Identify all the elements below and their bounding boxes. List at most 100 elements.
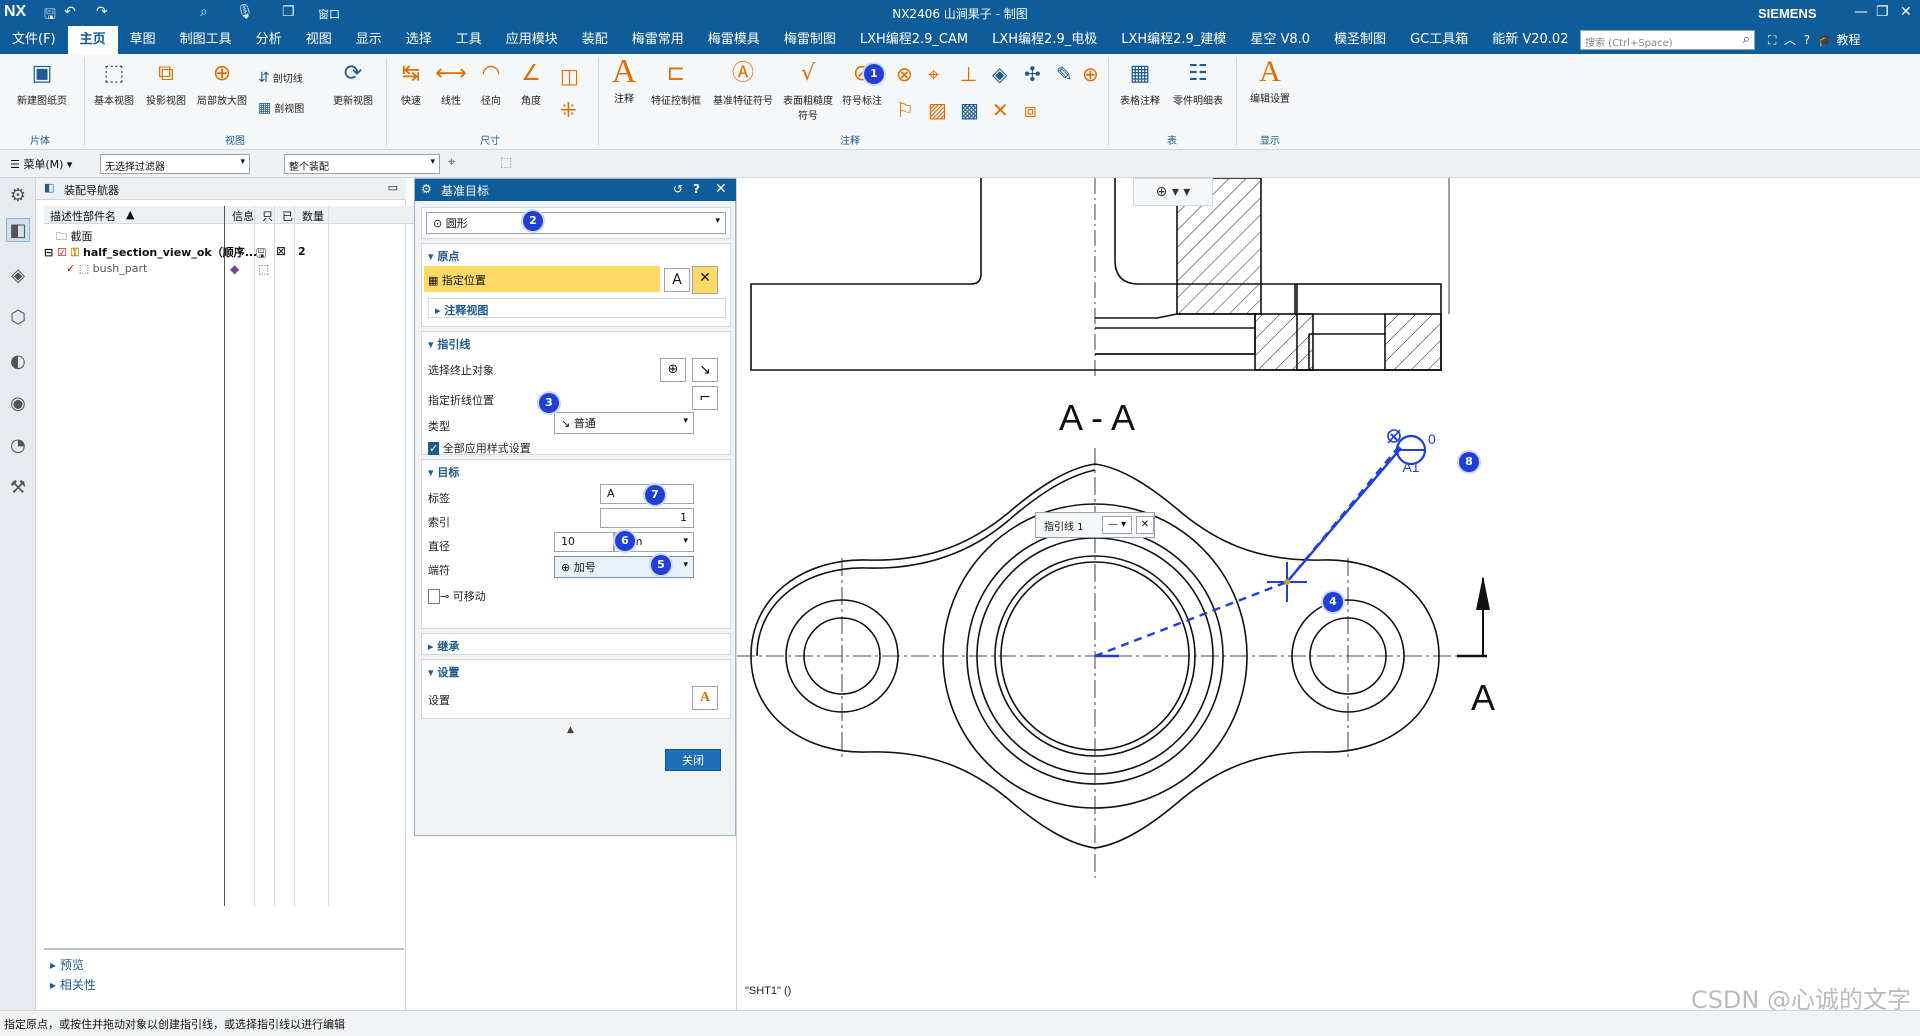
flag-icon[interactable]: ⚐ (896, 98, 914, 122)
leader-style-select[interactable]: — ▾ (1102, 516, 1132, 534)
menu-item-7[interactable]: 选择 (394, 26, 444, 54)
help-icon[interactable]: ? (1804, 33, 1810, 47)
menu-item-19[interactable]: GC工具箱 (1398, 26, 1480, 54)
linear-dim-button[interactable]: ⟷ 线性 (432, 60, 470, 107)
center-mark-icon[interactable]: ⌖ (928, 62, 939, 86)
apply-all-styles-checkbox[interactable]: ✓ 全部应用样式设置 (428, 440, 531, 456)
menu-item-3[interactable]: 制图工具 (168, 26, 244, 54)
add-terminator-icon[interactable]: ⊕ (660, 358, 686, 382)
close-icon[interactable]: ✕ (1900, 4, 1912, 20)
crosshair-icon[interactable]: ⊕ (1082, 62, 1099, 86)
col-readonly[interactable]: 只 (262, 208, 273, 224)
tree-row-assembly[interactable]: ⊟ ☑ ⚿ half_section_view_ok（顺序... (44, 244, 257, 262)
menu-item-11[interactable]: 梅雷常用 (620, 26, 696, 54)
drawing-canvas[interactable]: A - A A 0 A1 "SHT1" () CSDN @心诚的文字 ⊕ ▾ ▾… (422, 177, 1920, 1014)
search-icon[interactable]: ⌕ (1743, 32, 1750, 47)
point-dialog-icon[interactable]: ✕ (692, 266, 718, 294)
collapse-up-icon[interactable]: ▲ (567, 725, 574, 735)
search-input[interactable]: 搜索 (Ctrl+Space) ⌕ (1580, 30, 1755, 50)
help-icon[interactable]: ? (693, 182, 700, 196)
menu-item-8[interactable]: 工具 (444, 26, 494, 54)
edit-settings-button[interactable]: A 编辑设置 (1242, 57, 1298, 106)
select-mode-icon[interactable]: ⬚ (500, 155, 512, 170)
radial-dim-button[interactable]: ◠ 径向 (472, 60, 510, 107)
menu-item-12[interactable]: 梅雷模具 (696, 26, 772, 54)
selection-scope-select[interactable]: 整个装配 ▾ (284, 154, 440, 174)
settings-header[interactable]: ▾ 设置 (428, 664, 459, 680)
menu-button[interactable]: ☰ 菜单(M) ▾ (10, 156, 72, 172)
menu-item-20[interactable]: 能新 V20.02 (1480, 26, 1580, 54)
menu-item-15[interactable]: LXH编程2.9_电极 (980, 26, 1109, 54)
edit-icon[interactable]: ✎ (1056, 62, 1073, 86)
hatch-icon[interactable]: ▨ (928, 98, 947, 122)
menu-item-2[interactable]: 草图 (118, 26, 168, 54)
chamfer-dim-icon[interactable]: ◫ (560, 64, 579, 88)
restore-icon[interactable]: ❐ (1876, 4, 1889, 20)
menu-item-18[interactable]: 模圣制图 (1322, 26, 1398, 54)
origin-header[interactable]: ▾ 原点 (428, 248, 459, 264)
diameter-input[interactable]: 10 (554, 532, 614, 552)
target-point-icon[interactable]: ✣ (1024, 62, 1041, 86)
quick-dim-button[interactable]: ↹ 快速 (392, 60, 430, 107)
annotation-view-section[interactable]: ▸ 注释视图 (428, 298, 726, 318)
col-name[interactable]: 描述性部件名 (50, 208, 116, 224)
minimize-icon[interactable]: — (1854, 4, 1868, 20)
update-view-button[interactable]: ⟳ 更新视图 (326, 60, 380, 107)
dialog-close-icon[interactable]: ✕ (715, 181, 727, 197)
tree-row-part[interactable]: ✓ ⬚ bush_part (66, 262, 147, 280)
image-icon[interactable]: ▩ (960, 98, 979, 122)
menu-item-10[interactable]: 装配 (570, 26, 620, 54)
col-info[interactable]: 信息 (232, 208, 254, 224)
view-snap-toolbar[interactable]: ⊕ ▾ ▾ (1133, 178, 1213, 206)
checkbox-checked-icon[interactable]: ☑ (57, 246, 67, 259)
datum-feature-button[interactable]: Ⓐ 基准特征符号 (708, 60, 778, 107)
jog-point-icon[interactable]: ⌐ (692, 386, 718, 410)
fcf-button[interactable]: ⊏ 特征控制框 (646, 60, 706, 107)
tutorial-icon[interactable]: 🎓 (1818, 33, 1833, 47)
type-select[interactable]: ⊙ 圆形 ▾ (426, 212, 726, 234)
menu-item-6[interactable]: 显示 (344, 26, 394, 54)
fill-icon[interactable]: ◈ (992, 62, 1007, 86)
note-button[interactable]: A 注释 (604, 55, 644, 106)
tutorial-link[interactable]: 教程 (1837, 33, 1861, 47)
col-count[interactable]: 数量 (302, 208, 324, 224)
part-navigator-icon[interactable]: ⬡ (6, 306, 30, 330)
inherit-group[interactable]: ▸ 继承 (421, 633, 731, 655)
specify-location-row[interactable]: ▦ 指定位置 (424, 266, 660, 292)
sort-icon[interactable]: ▲ (126, 208, 134, 221)
terminator-select[interactable]: ⊕ 加号 ▾ (554, 556, 694, 578)
text-origin-icon[interactable]: A (664, 268, 690, 292)
ordinate-dim-icon[interactable]: ⁜ (560, 98, 577, 122)
reset-icon[interactable]: ↺ (673, 182, 683, 196)
collapse-icon[interactable]: ⊟ (44, 246, 53, 259)
style-settings-icon[interactable]: A (692, 686, 718, 710)
settings-icon[interactable]: ⚙ (6, 184, 30, 208)
fullscreen-icon[interactable]: ⛶ (1768, 33, 1776, 47)
tools-icon[interactable]: ⚒ (6, 476, 30, 500)
base-view-button[interactable]: ⬚ 基本视图 (88, 60, 140, 107)
close-button[interactable]: 关闭 (665, 749, 721, 771)
menu-item-4[interactable]: 分析 (244, 26, 294, 54)
remove-leader-icon[interactable]: ✕ (1136, 516, 1154, 534)
assembly-navigator-icon[interactable]: ◧ (6, 218, 30, 242)
menu-item-9[interactable]: 应用模块 (494, 26, 570, 54)
reuse-library-icon[interactable]: ◐ (6, 350, 30, 374)
section-line-button[interactable]: ⇵ 剖切线 (258, 70, 303, 86)
menu-item-14[interactable]: LXH编程2.9_CAM (848, 26, 980, 54)
movable-checkbox[interactable]: ⊸ 可移动 (428, 588, 486, 604)
target-header[interactable]: ▾ 目标 (428, 464, 459, 480)
col-modified[interactable]: 已 (282, 208, 293, 224)
menu-item-5[interactable]: 视图 (294, 26, 344, 54)
table-note-button[interactable]: ▦ 表格注释 (1114, 60, 1166, 107)
weld-symbol-icon[interactable]: ⊥ (960, 62, 977, 86)
projected-view-button[interactable]: ⧉ 投影视图 (140, 60, 192, 107)
new-sheet-button[interactable]: ▣ 新建图纸页 (8, 60, 76, 107)
menu-item-16[interactable]: LXH编程2.9_建模 (1109, 26, 1238, 54)
menu-item-17[interactable]: 星空 V8.0 (1238, 26, 1322, 54)
cross-icon[interactable]: ✕ (992, 98, 1009, 122)
region-icon[interactable]: ⧈ (1024, 98, 1037, 122)
snap-point-icon[interactable]: ⊕ (1156, 184, 1168, 200)
parts-list-button[interactable]: ☷ 零件明细表 (1168, 60, 1228, 107)
leader-type-select[interactable]: ↘ 普通 ▾ (554, 412, 694, 434)
history-icon[interactable]: ◔ (6, 434, 30, 458)
